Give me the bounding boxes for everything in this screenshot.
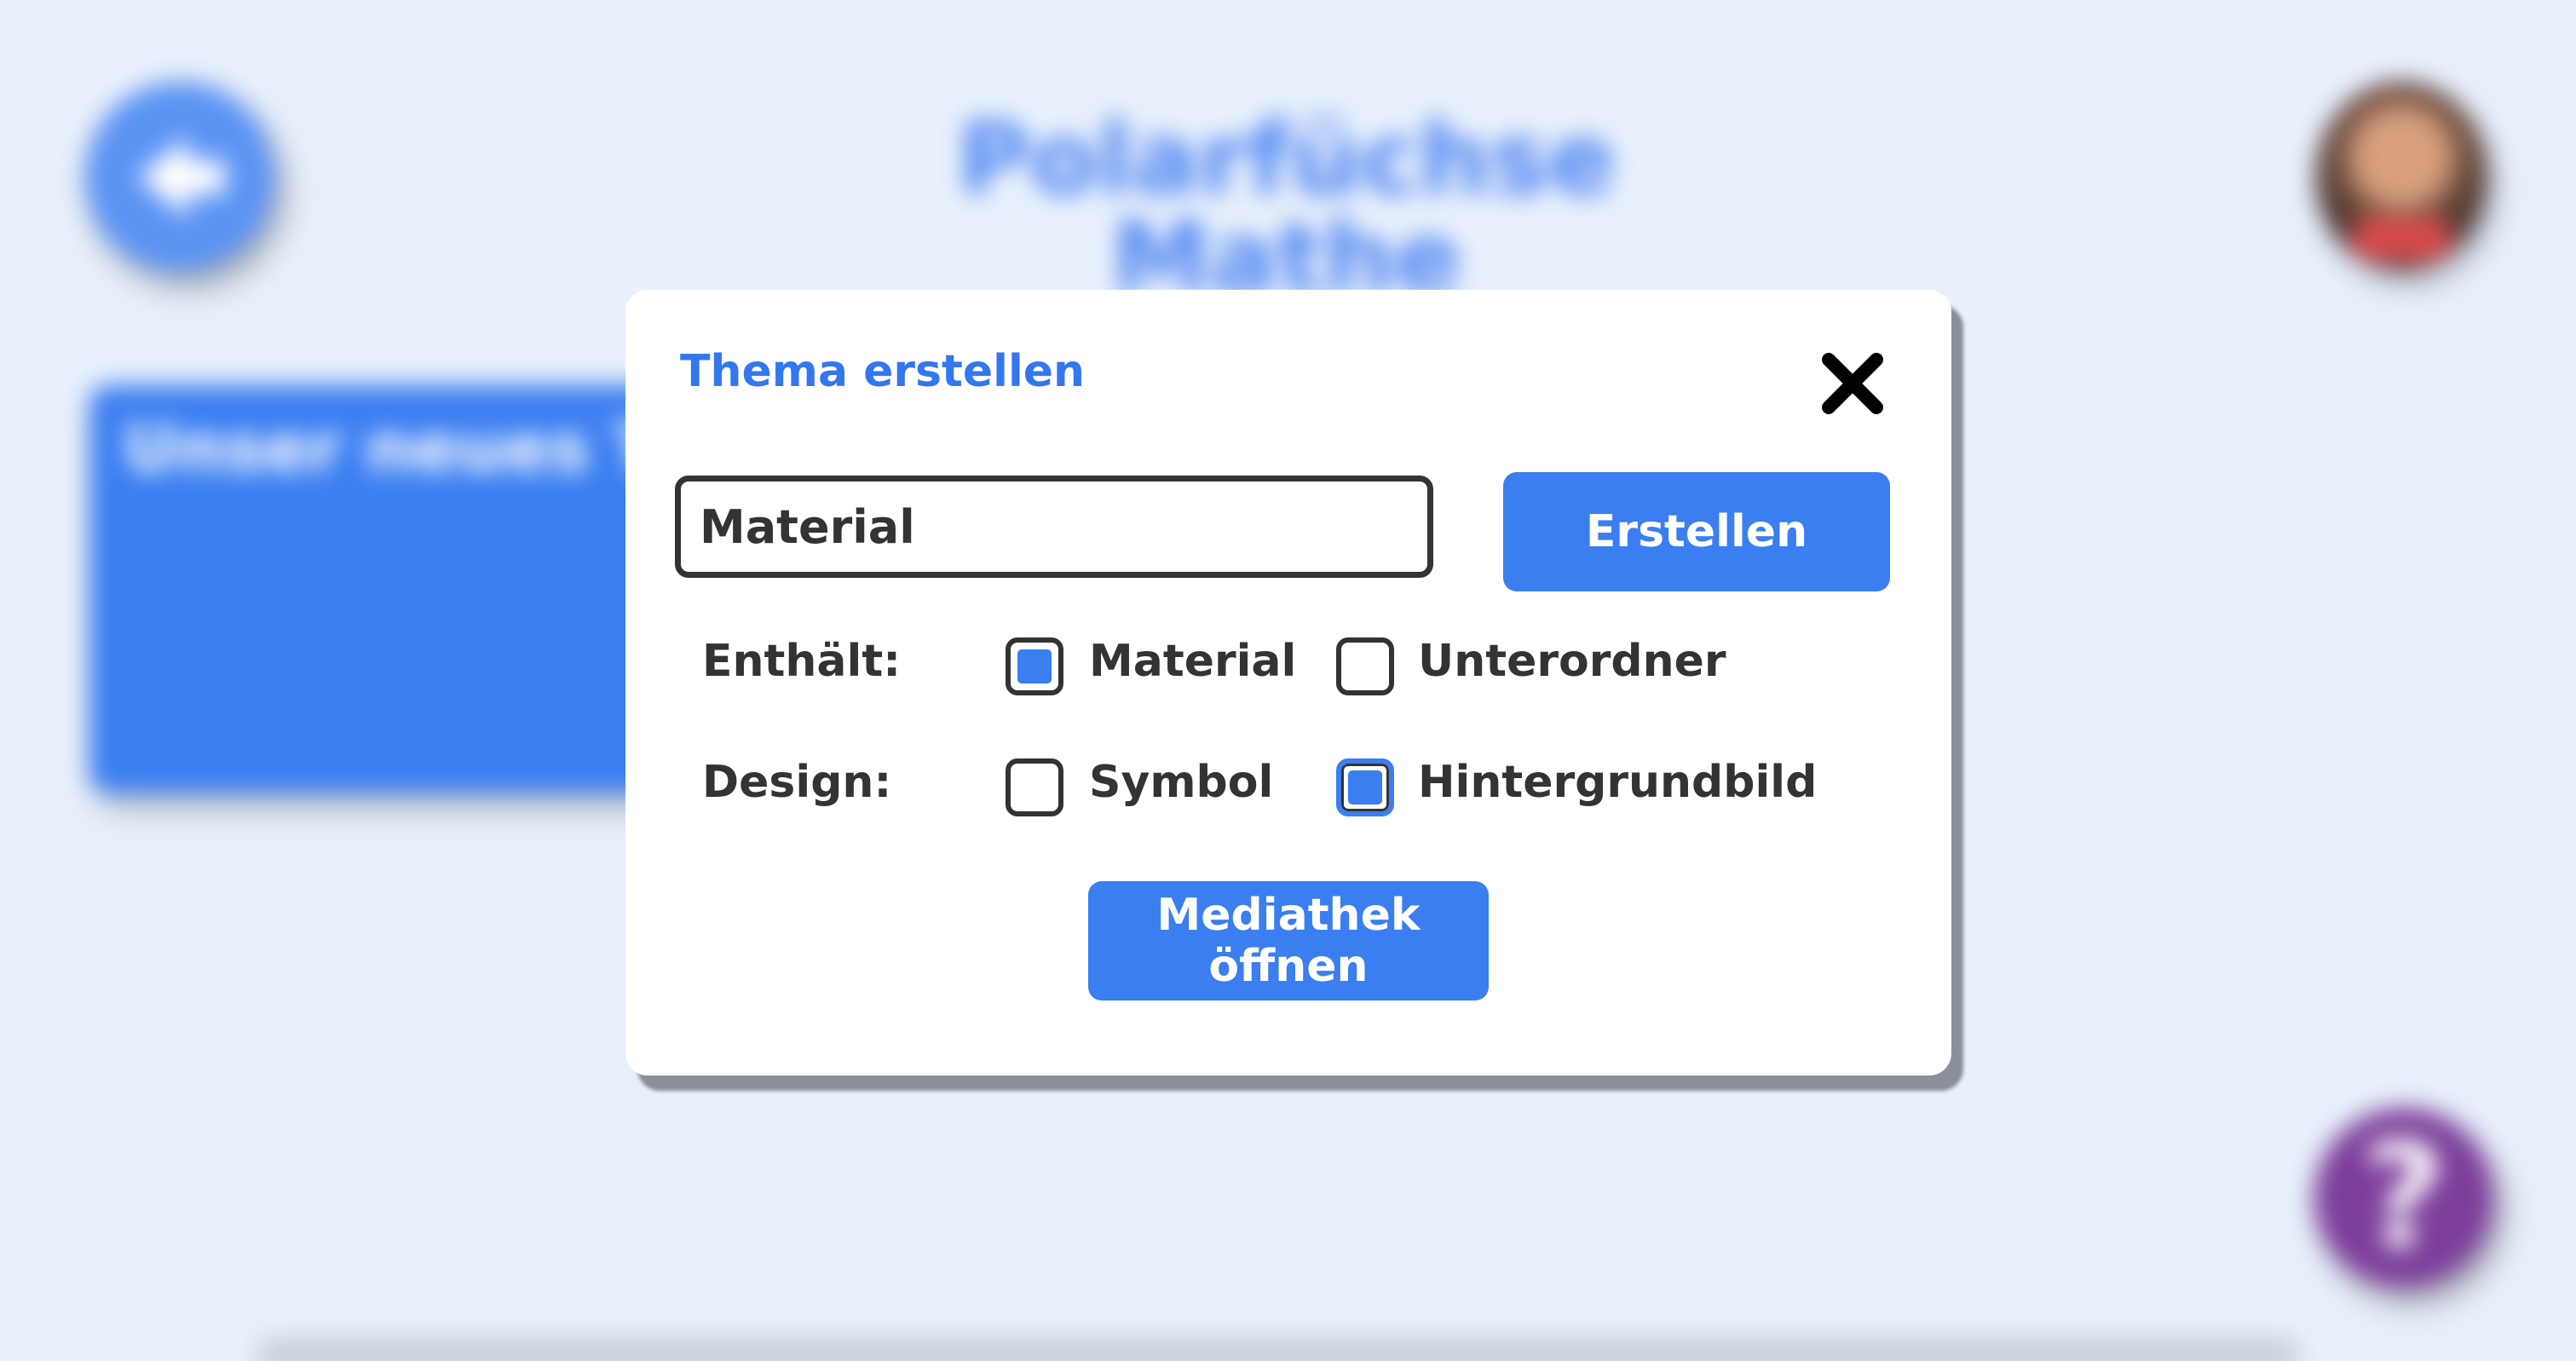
- checkbox-symbol-label: Symbol: [1089, 757, 1274, 808]
- dialog-title: Thema erstellen: [680, 346, 1086, 397]
- question-mark-icon: ?: [2361, 1113, 2446, 1282]
- back-button[interactable]: [85, 82, 274, 271]
- checkbox-material-label: Material: [1089, 636, 1297, 687]
- checkbox-symbol[interactable]: [1006, 758, 1063, 816]
- topic-name-input[interactable]: [675, 476, 1433, 578]
- create-topic-dialog: Thema erstellen Erstellen Enthält: Mater…: [625, 290, 1951, 1076]
- checkbox-hintergrundbild[interactable]: [1336, 758, 1394, 816]
- avatar[interactable]: [2316, 82, 2487, 269]
- open-media-library-button[interactable]: Mediathek öffnen: [1088, 881, 1489, 1001]
- arrow-left-icon-tail: [181, 160, 225, 194]
- create-button[interactable]: Erstellen: [1503, 472, 1890, 591]
- help-button[interactable]: ?: [2314, 1108, 2493, 1287]
- design-label: Design:: [702, 757, 892, 808]
- checkbox-hintergrundbild-label: Hintergrundbild: [1418, 757, 1818, 808]
- checkbox-material[interactable]: [1006, 637, 1063, 695]
- checkbox-unterordner[interactable]: [1336, 637, 1394, 695]
- close-icon[interactable]: [1818, 349, 1887, 418]
- bottom-bar: [256, 1338, 2301, 1361]
- checkbox-unterordner-label: Unterordner: [1418, 636, 1726, 687]
- contains-label: Enthält:: [702, 636, 901, 687]
- page-title: Polarfüchse Mathe: [957, 102, 1616, 316]
- avatar-shirt: [2350, 218, 2452, 261]
